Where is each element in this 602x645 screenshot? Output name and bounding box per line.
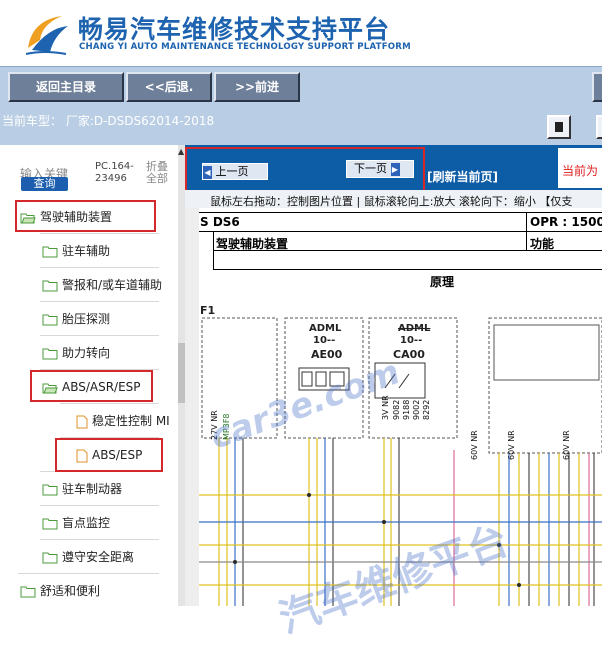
viewer-hint-text: 鼠标左右拖动：控制图片位置 | 鼠标滚轮向上:放大 滚轮向下：缩小 【仅支 xyxy=(210,195,573,208)
file-icon xyxy=(76,415,88,428)
current-vehicle-label: 当前车型： 厂家:D-DSDS62014-2018 xyxy=(2,114,215,128)
component-label: 10-- xyxy=(400,335,423,346)
scroll-up-icon[interactable]: ▲ xyxy=(178,147,184,156)
component-label: ADML xyxy=(309,323,342,334)
tree-item-label: 驻车制动器 xyxy=(62,482,123,496)
tree-item-label: 稳定性控制 MI xyxy=(92,414,170,428)
folder-icon xyxy=(42,246,58,257)
tree-item-label: 驻车辅助 xyxy=(62,244,111,258)
wire-number: 8292 xyxy=(422,399,431,420)
table-line xyxy=(199,212,602,213)
highlight-box xyxy=(55,438,163,472)
divider xyxy=(40,505,159,506)
divider xyxy=(40,233,159,234)
tree-item-label: 盲点监控 xyxy=(62,516,111,530)
current-page-label: 当前为 xyxy=(562,164,599,178)
doc-model: S DS6 xyxy=(200,215,240,229)
brand-title: 畅易汽车维修技术支持平台 xyxy=(78,15,391,44)
doc-title: 驾驶辅助装置 xyxy=(216,237,289,251)
component-label: 10-- xyxy=(313,335,336,346)
divider xyxy=(18,573,159,574)
component-label: AE00 xyxy=(311,348,343,361)
forward-button[interactable]: >>前进 xyxy=(214,72,300,102)
folder-icon xyxy=(42,314,58,325)
doc-section-title: 原理 xyxy=(430,275,455,289)
window-button[interactable] xyxy=(596,115,602,139)
doc-function: 功能 xyxy=(530,237,555,251)
panel-icon xyxy=(555,122,563,132)
folder-icon xyxy=(42,518,58,529)
tree-item-power-steering[interactable]: 助力转向 xyxy=(42,342,110,364)
document-left-gutter xyxy=(185,208,199,606)
sidebar-scroll-thumb[interactable] xyxy=(178,343,185,403)
highlight-box xyxy=(15,200,156,232)
divider xyxy=(60,403,159,404)
wire-label: 3V NR xyxy=(381,395,390,420)
tree-item-label: 助力转向 xyxy=(62,346,111,360)
component-label: CA00 xyxy=(393,348,425,361)
divider xyxy=(40,335,159,336)
divider xyxy=(40,301,159,302)
wire-number: 9082 xyxy=(392,399,401,420)
wire-label: 60V NR xyxy=(507,430,516,460)
folder-icon xyxy=(20,586,36,597)
overflow-button[interactable] xyxy=(592,72,602,102)
tree-item-label: 警报和/或车道辅助 xyxy=(62,278,163,292)
divider xyxy=(40,539,159,540)
doc-opr: OPR : 15000 xyxy=(530,215,602,229)
folder-icon xyxy=(42,280,58,291)
collapse-all-link[interactable]: 折叠全部 xyxy=(146,161,176,185)
tree-item-parking-brake[interactable]: 驻车制动器 xyxy=(42,478,122,500)
brand-logo-icon xyxy=(25,16,68,55)
app-header: 畅易汽车维修技术支持平台 CHANG YI AUTO MAINTENANCE T… xyxy=(0,0,602,66)
tree-item-parking-assist[interactable]: 驻车辅助 xyxy=(42,240,110,262)
tree-item-stability-control[interactable]: 稳定性控制 MI xyxy=(76,410,170,432)
main-toolbar: 返回主目录 <<后退. >>前进 xyxy=(0,66,602,107)
folder-icon xyxy=(42,484,58,495)
table-line xyxy=(199,231,602,232)
wire-number: 9188 xyxy=(402,399,411,420)
brand-subtitle: CHANG YI AUTO MAINTENANCE TECHNOLOGY SUP… xyxy=(79,42,411,52)
tree-item-tire-pressure[interactable]: 胎压探测 xyxy=(42,308,110,330)
tree-item-safe-distance[interactable]: 遵守安全距离 xyxy=(42,546,134,568)
wire-label: 60V NR xyxy=(562,430,571,460)
folder-icon xyxy=(42,552,58,563)
wire-number: 9002 xyxy=(412,399,421,420)
table-line xyxy=(213,231,214,269)
component-label: ADML xyxy=(398,323,431,334)
refresh-page-link[interactable]: [刷新当前页] xyxy=(427,168,498,185)
highlight-box xyxy=(30,370,153,402)
tree-item-comfort[interactable]: 舒适和便利 xyxy=(20,580,100,602)
vehicle-bar: 当前车型： 厂家:D-DSDS62014-2018 xyxy=(0,107,602,145)
pc-code-label: PC.164-23496 xyxy=(95,161,134,184)
table-line xyxy=(526,212,527,250)
tree-item-label: 舒适和便利 xyxy=(40,584,101,598)
component-label: F1 xyxy=(200,304,216,317)
tree-item-blind-spot[interactable]: 盲点监控 xyxy=(42,512,110,534)
folder-icon xyxy=(42,348,58,359)
tree-item-label: 遵守安全距离 xyxy=(62,550,135,564)
wire-label: 60V NR xyxy=(470,430,479,460)
divider xyxy=(40,267,159,268)
tree-item-lane-warning[interactable]: 警报和/或车道辅助 xyxy=(42,274,162,296)
search-button[interactable]: 查询 xyxy=(21,177,68,191)
back-button[interactable]: <<后退. xyxy=(126,72,212,102)
home-button[interactable]: 返回主目录 xyxy=(8,72,124,102)
toggle-panel-button[interactable] xyxy=(547,115,571,139)
table-line xyxy=(213,269,602,270)
highlight-box xyxy=(185,147,425,193)
tree-item-label: 胎压探测 xyxy=(62,312,111,326)
